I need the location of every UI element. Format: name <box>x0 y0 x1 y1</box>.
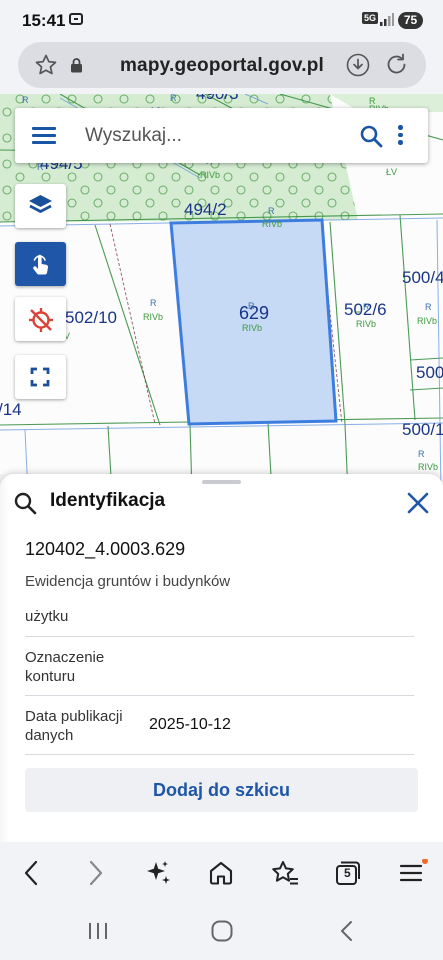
usage-label: RIVb <box>143 312 164 322</box>
usage-label: R <box>22 95 29 105</box>
usage-label: R <box>248 301 255 311</box>
bookmarks-icon[interactable] <box>270 859 300 887</box>
divider <box>25 754 414 755</box>
usage-label: ŁV <box>386 167 398 177</box>
usage-label: R <box>418 449 425 459</box>
system-nav-bar <box>0 904 443 960</box>
usage-label: R <box>37 162 44 172</box>
parcel-label: 500 <box>416 363 443 382</box>
signal-icon <box>380 13 394 26</box>
parcel-label: 490/3 <box>196 94 239 104</box>
layers-button[interactable] <box>15 184 66 228</box>
download-icon[interactable] <box>346 53 370 77</box>
browser-toolbar: 5 <box>0 842 443 904</box>
status-bar: 15:41 5G 75 <box>0 0 443 40</box>
search-icon[interactable] <box>359 124 383 148</box>
home-icon[interactable] <box>207 859 235 887</box>
menu-icon[interactable] <box>399 859 429 887</box>
parcel-label: /14 <box>0 400 22 419</box>
more-options-icon[interactable] <box>398 125 404 148</box>
ai-sparkle-icon[interactable] <box>144 859 172 887</box>
touch-pointer-icon <box>33 254 49 275</box>
screen-record-icon <box>69 13 83 25</box>
system-back-icon[interactable] <box>337 919 357 943</box>
back-icon[interactable] <box>20 859 42 887</box>
usage-label: R <box>170 94 177 103</box>
usage-label: R <box>268 206 275 216</box>
identification-panel: Identyfikacja 120402_4.0003.629 Ewidencj… <box>0 474 443 842</box>
field-label: danych <box>25 727 74 744</box>
usage-label: R <box>363 302 370 312</box>
section-heading: Ewidencja gruntów i budynków <box>25 573 231 590</box>
parcel-label: 500/1 <box>402 420 443 439</box>
field-label: Oznaczenie <box>25 649 105 666</box>
publication-date-value: 2025-10-12 <box>149 716 231 733</box>
close-icon[interactable] <box>405 490 431 516</box>
usage-label: RIVb <box>262 219 283 229</box>
parcel-label: 494/2 <box>184 200 227 219</box>
network-badge: 5G <box>362 12 379 24</box>
usage-label: RIVb <box>417 316 438 326</box>
parcel-identifier: 120402_4.0003.629 <box>25 539 186 559</box>
panel-title: Identyfikacja <box>50 490 166 511</box>
parcel-label: 500/4 <box>402 268 443 287</box>
recent-apps-icon[interactable] <box>87 921 109 941</box>
field-label: konturu <box>25 668 76 685</box>
location-disabled-icon <box>29 308 53 332</box>
panel-drag-handle[interactable] <box>202 480 241 484</box>
add-to-sketch-button[interactable]: Dodaj do szkicu <box>25 768 418 812</box>
status-time: 15:41 <box>22 11 66 30</box>
usage-label: R <box>150 298 157 308</box>
address-bar[interactable]: mapy.geoportal.gov.pl <box>18 42 426 88</box>
location-off-button[interactable] <box>15 297 66 341</box>
reload-icon[interactable] <box>384 52 409 77</box>
identify-tool-button[interactable] <box>15 242 66 286</box>
fullscreen-button[interactable] <box>15 355 66 399</box>
divider <box>25 695 414 696</box>
usage-label: RIVb <box>356 319 377 329</box>
field-label: Data publikacji <box>25 708 123 725</box>
usage-label: RIVb <box>242 323 263 333</box>
search-icon <box>14 492 37 515</box>
home-button-icon[interactable] <box>210 919 234 943</box>
usage-label: RIVb <box>200 170 221 180</box>
usage-label: RIVb <box>418 462 439 472</box>
layers-icon <box>29 195 52 213</box>
tab-count[interactable]: 5 <box>344 866 351 880</box>
battery-indicator: 75 <box>398 12 423 29</box>
field-label: użytku <box>25 608 69 625</box>
fullscreen-icon <box>30 367 50 387</box>
hamburger-menu-icon[interactable] <box>32 127 56 144</box>
usage-label: R <box>425 302 432 312</box>
forward-icon[interactable] <box>85 859 107 887</box>
divider <box>25 636 414 637</box>
search-placeholder[interactable]: Wyszukaj... <box>85 125 182 147</box>
map-search-bar[interactable]: Wyszukaj... <box>15 108 428 163</box>
parcel-label: 502/10 <box>65 308 117 327</box>
